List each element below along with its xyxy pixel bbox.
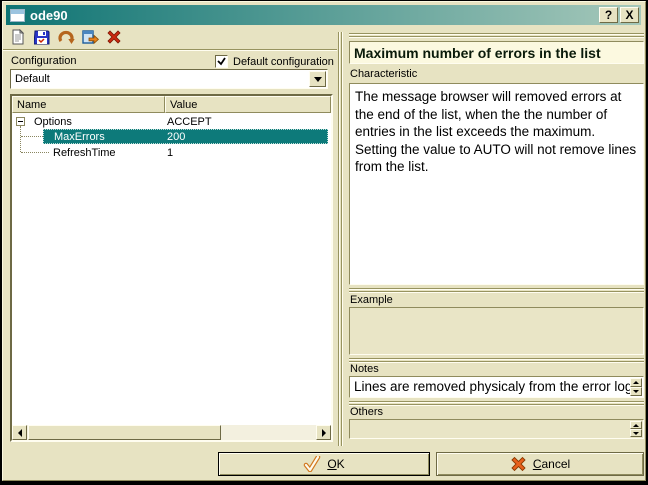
dialog-ode90: ode90 ? X <box>0 0 648 485</box>
horizontal-scrollbar[interactable] <box>12 425 331 440</box>
characteristic-label: Characteristic <box>350 68 417 80</box>
notes-text: Lines are removed physicaly from the err… <box>354 379 637 394</box>
section-splitter[interactable] <box>349 401 644 406</box>
detail-title-box: Maximum number of errors in the list <box>349 41 644 64</box>
ok-check-icon <box>303 456 321 472</box>
arrow-down-icon <box>633 390 639 393</box>
others-label: Others <box>350 406 383 418</box>
cancel-button[interactable]: Cancel <box>436 452 644 476</box>
scroll-right-button[interactable] <box>316 425 331 440</box>
window-icon <box>10 9 25 22</box>
scroll-left-button[interactable] <box>12 425 27 440</box>
section-splitter[interactable] <box>349 358 644 363</box>
delete-button[interactable] <box>104 27 124 47</box>
tree-item-value: 200 <box>167 131 185 143</box>
notes-spinner <box>630 378 642 396</box>
import-button[interactable] <box>80 27 100 47</box>
spin-down-button[interactable] <box>630 387 642 396</box>
scrollbar-track[interactable] <box>221 425 316 440</box>
ok-button[interactable]: OK <box>218 452 430 476</box>
selected-row-highlight: MaxErrors 200 <box>43 129 328 144</box>
ok-button-label: OK <box>327 457 344 471</box>
scrollbar-thumb[interactable] <box>28 425 221 440</box>
tree-header: Name Value <box>12 96 331 113</box>
panel-splitter[interactable] <box>338 32 343 446</box>
arrow-up-icon <box>633 381 639 384</box>
close-button[interactable]: X <box>620 7 639 23</box>
notes-label: Notes <box>350 363 379 375</box>
spin-up-button[interactable] <box>630 378 642 387</box>
cancel-x-icon <box>510 456 527 472</box>
spin-down-button[interactable] <box>630 429 642 437</box>
save-button[interactable] <box>32 27 52 47</box>
revert-button[interactable] <box>56 27 76 47</box>
checkmark-icon <box>216 56 227 67</box>
others-spinner <box>630 421 642 437</box>
titlebar[interactable]: ode90 ? X <box>6 5 641 25</box>
tree-item-value: ACCEPT <box>167 116 212 128</box>
collapse-icon[interactable] <box>16 117 25 126</box>
characteristic-textbox[interactable]: The message browser will removed errors … <box>349 83 644 285</box>
toolbar <box>8 27 124 48</box>
tree-body: Options ACCEPT MaxErrors 200 RefreshTime… <box>12 113 331 425</box>
tree-item-label: Options <box>34 116 72 128</box>
arrow-down-icon <box>633 432 639 435</box>
options-tree: Name Value Options ACCEPT MaxErrors 200 <box>10 94 333 442</box>
tree-row-maxerrors[interactable]: MaxErrors 200 <box>12 129 331 145</box>
example-textbox[interactable] <box>349 307 644 355</box>
cancel-button-label: Cancel <box>533 457 570 471</box>
section-splitter[interactable] <box>349 33 644 38</box>
new-document-icon <box>10 29 26 45</box>
chevron-down-icon <box>314 77 322 82</box>
tree-row-refreshtime[interactable]: RefreshTime 1 <box>12 145 331 161</box>
delete-icon <box>106 29 122 45</box>
configuration-combobox[interactable]: Default <box>10 69 328 89</box>
section-splitter[interactable] <box>349 288 644 293</box>
window-title: ode90 <box>30 8 599 23</box>
arrow-right-icon <box>322 429 326 437</box>
default-configuration-row: Default configuration <box>215 55 334 68</box>
arrow-left-icon <box>18 429 22 437</box>
spin-up-button[interactable] <box>630 421 642 429</box>
tree-row-options[interactable]: Options ACCEPT <box>12 114 331 130</box>
toolbar-separator <box>3 49 337 51</box>
import-icon <box>82 29 99 45</box>
tree-item-value: 1 <box>167 147 173 159</box>
help-button[interactable]: ? <box>599 7 618 23</box>
default-configuration-label: Default configuration <box>233 56 334 68</box>
tree-item-label: RefreshTime <box>53 147 116 159</box>
notes-textbox[interactable]: Lines are removed physicaly from the err… <box>349 376 644 398</box>
example-label: Example <box>350 294 393 306</box>
column-header-value[interactable]: Value <box>165 96 331 113</box>
save-icon <box>34 29 50 45</box>
default-configuration-checkbox[interactable] <box>215 55 228 68</box>
column-header-name[interactable]: Name <box>12 96 165 113</box>
tree-item-label: MaxErrors <box>54 131 105 143</box>
new-button[interactable] <box>8 27 28 47</box>
combobox-value: Default <box>15 73 50 85</box>
others-textbox[interactable] <box>349 419 644 439</box>
combobox-dropdown-button[interactable] <box>309 71 326 87</box>
configuration-label: Configuration <box>11 55 76 67</box>
arrow-up-icon <box>633 424 639 427</box>
dialog-frame: ode90 ? X <box>2 1 646 481</box>
revert-icon <box>58 29 75 45</box>
